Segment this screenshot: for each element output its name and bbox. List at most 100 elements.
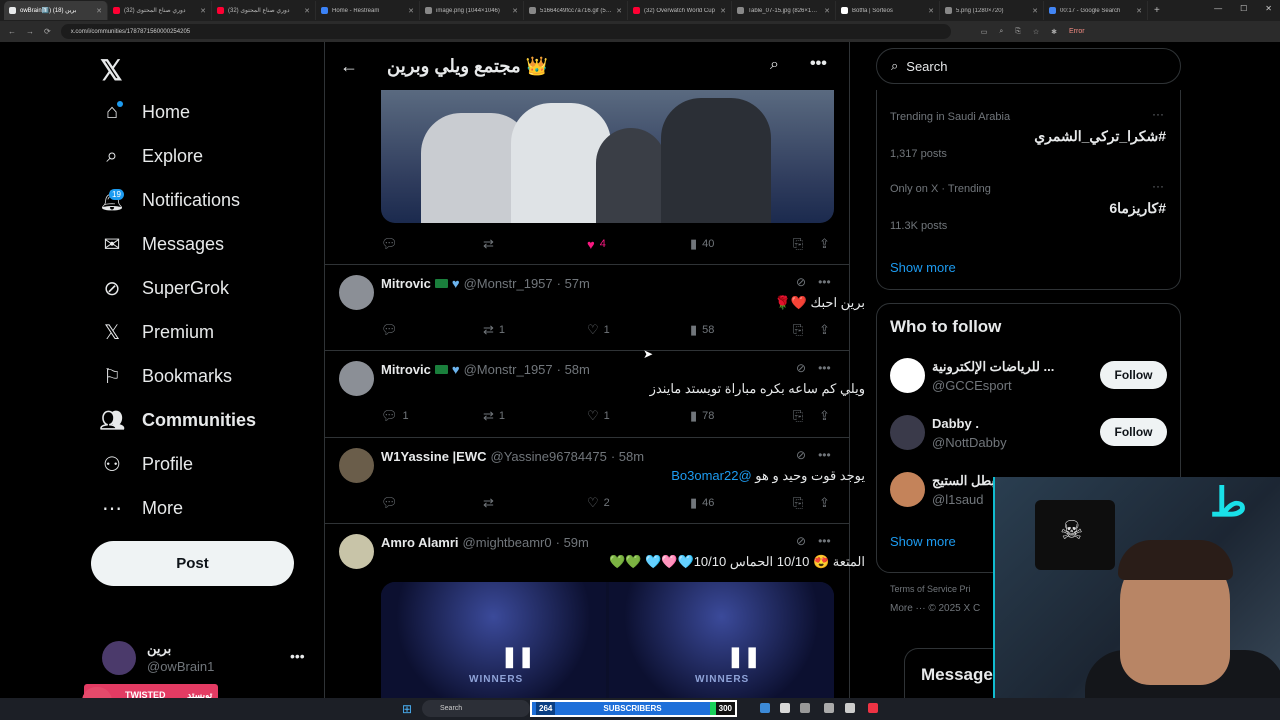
post-avatar[interactable] — [339, 361, 374, 396]
post-author-name[interactable]: Amro Alamri — [381, 535, 459, 550]
browser-tab[interactable]: 00:17 - Google Search ✕ — [1044, 1, 1148, 20]
tab-close-icon[interactable]: ✕ — [304, 7, 310, 15]
post-author-handle[interactable]: @mightbeamr0 — [463, 535, 552, 550]
post-more-icon[interactable]: ••• — [818, 361, 831, 375]
post-more-icon[interactable]: ••• — [818, 534, 831, 548]
browser-tab[interactable]: (32) Overwatch World Cup ✕ — [628, 1, 732, 20]
reply-button[interactable]: 💬︎ — [381, 236, 398, 252]
follow-name[interactable]: بطل الستيج — [932, 473, 995, 489]
follow-avatar[interactable] — [890, 415, 925, 450]
post-time[interactable]: · 58m — [557, 362, 590, 377]
reply-button[interactable]: 💬︎ — [381, 495, 403, 511]
reload-icon[interactable]: ⟳ — [44, 27, 51, 36]
tab-close-icon[interactable]: ✕ — [720, 7, 726, 15]
trend-hashtag[interactable]: #كاريزما6 — [1109, 200, 1166, 217]
post-author-handle[interactable]: @Monstr_1957 — [464, 362, 553, 377]
tab-close-icon[interactable]: ✕ — [512, 7, 518, 15]
repost-button[interactable]: ⇄ 1 — [483, 322, 505, 338]
follow-button[interactable]: Follow — [1100, 418, 1167, 446]
post-media-video[interactable]: ❚❚ ❚❚ WINNERS WINNERS — [381, 582, 834, 698]
browser-tab[interactable]: (32) دوري صناع المحتوى ✕ — [108, 1, 212, 20]
post-avatar[interactable] — [339, 534, 374, 569]
zoom-icon[interactable]: ⌕ — [999, 28, 1003, 36]
grok-icon[interactable]: ⊘ — [796, 448, 806, 462]
forward-nav-icon[interactable]: → — [26, 27, 34, 36]
community-more-icon[interactable]: ••• — [810, 55, 827, 73]
footer-copyright[interactable]: More ··· © 2025 X C — [890, 603, 980, 614]
like-button[interactable]: ♡ 1 — [587, 322, 610, 338]
nav-item-more[interactable]: ⋯ More — [100, 496, 183, 520]
post-more-icon[interactable]: ••• — [818, 448, 831, 462]
post-author-name[interactable]: W1Yassine |EWC — [381, 449, 487, 464]
nav-item-supergrok[interactable]: ⊘ SuperGrok — [100, 276, 229, 300]
tab-close-icon[interactable]: ✕ — [200, 7, 206, 15]
follow-avatar[interactable] — [890, 472, 925, 507]
tab-close-icon[interactable]: ✕ — [1032, 7, 1038, 15]
extension-icon[interactable]: ✱ — [1051, 28, 1057, 36]
follow-name[interactable]: Dabby . — [932, 416, 979, 431]
grok-icon[interactable]: ⊘ — [796, 534, 806, 548]
tab-close-icon[interactable]: ✕ — [928, 7, 934, 15]
taskbar-app-icon[interactable] — [760, 703, 770, 713]
account-handle[interactable]: @owBrain1 — [147, 659, 214, 674]
community-search-icon[interactable]: ⌕ — [770, 56, 779, 74]
browser-tab[interactable]: owBrain1️⃣) برين (18) ✕ — [4, 1, 108, 20]
tab-close-icon[interactable]: ✕ — [96, 7, 102, 15]
share-button[interactable]: ⇪ — [819, 408, 830, 424]
x-logo-icon[interactable]: 𝕏 — [100, 54, 123, 87]
views-button[interactable]: ▮ 46 — [690, 495, 714, 511]
minimize-icon[interactable]: — — [1214, 4, 1222, 13]
account-avatar[interactable] — [102, 641, 136, 675]
nav-item-messages[interactable]: ✉ Messages — [100, 232, 224, 256]
new-tab-icon[interactable]: + — [1154, 5, 1160, 16]
taskbar-app-icon[interactable] — [780, 703, 790, 713]
taskbar-search[interactable]: Search — [422, 700, 530, 717]
pause-icon[interactable]: ❚❚ — [727, 644, 761, 669]
taskbar-app-icon[interactable] — [824, 703, 834, 713]
like-button[interactable]: ♡ 2 — [587, 495, 610, 511]
taskbar-app-icon[interactable] — [868, 703, 878, 713]
bookmark-button[interactable]: ⎘ — [793, 236, 803, 252]
footer-links[interactable]: Terms of Service Pri — [890, 584, 971, 594]
post-time[interactable]: · 58m — [611, 449, 644, 464]
post-author-name[interactable]: Mitrovic — [381, 362, 431, 377]
views-button[interactable]: ▮ 40 — [690, 236, 714, 252]
post-media-image[interactable] — [381, 90, 834, 223]
reply-button[interactable]: 💬︎ — [381, 322, 403, 338]
pause-icon[interactable]: ❚❚ — [501, 644, 535, 669]
reply-button[interactable]: 💬︎ 1 — [381, 408, 409, 424]
tab-close-icon[interactable]: ✕ — [616, 7, 622, 15]
repost-button[interactable]: ⇄ 1 — [483, 408, 505, 424]
bookmark-button[interactable]: ⎘ — [793, 495, 803, 511]
browser-tab[interactable]: (32) دوري صناع المحتوى ✕ — [212, 1, 316, 20]
trend-more-icon[interactable]: ··· — [1152, 179, 1164, 193]
profile-error-button[interactable]: Error — [1069, 28, 1085, 36]
share-button[interactable]: ⇪ — [819, 495, 830, 511]
browser-tab[interactable]: Table_07-15.jpg (826×104... ✕ — [732, 1, 836, 20]
trends-show-more-link[interactable]: Show more — [890, 260, 956, 275]
post-avatar[interactable] — [339, 448, 374, 483]
post-more-icon[interactable]: ••• — [818, 275, 831, 289]
account-more-icon[interactable]: ••• — [290, 648, 305, 664]
follow-handle[interactable]: @GCCEsport — [932, 378, 1012, 393]
messages-dock[interactable]: Message — [904, 648, 1004, 698]
post-avatar[interactable] — [339, 275, 374, 310]
views-button[interactable]: ▮ 78 — [690, 408, 714, 424]
nav-item-explore[interactable]: ⌕ Explore — [100, 144, 203, 168]
follow-button[interactable]: Follow — [1100, 361, 1167, 389]
star-icon[interactable]: ☆ — [1033, 28, 1039, 36]
follow-show-more-link[interactable]: Show more — [890, 534, 956, 549]
cast-icon[interactable]: ▭ — [981, 28, 988, 36]
nav-item-bookmarks[interactable]: ⚐ Bookmarks — [100, 364, 232, 388]
share-button[interactable]: ⇪ — [819, 322, 830, 338]
search-input[interactable]: ⌕ Search — [876, 48, 1181, 84]
browser-tab[interactable]: Home - Restream ✕ — [316, 1, 420, 20]
taskbar-app-icon[interactable] — [800, 703, 810, 713]
trend-hashtag[interactable]: #شكرا_تركي_الشمري — [1034, 128, 1166, 145]
follow-name[interactable]: للرياضات الإلكترونية ... — [932, 359, 1054, 375]
post-author-name[interactable]: Mitrovic — [381, 276, 431, 291]
follow-handle[interactable]: @l1saud — [932, 492, 984, 507]
url-field[interactable]: x.com/i/communities/1787871560000254205 — [60, 24, 951, 39]
like-button[interactable]: ♥ 4 — [587, 237, 606, 252]
browser-tab[interactable]: 51664c49fcc7a716.gif (51... ✕ — [524, 1, 628, 20]
